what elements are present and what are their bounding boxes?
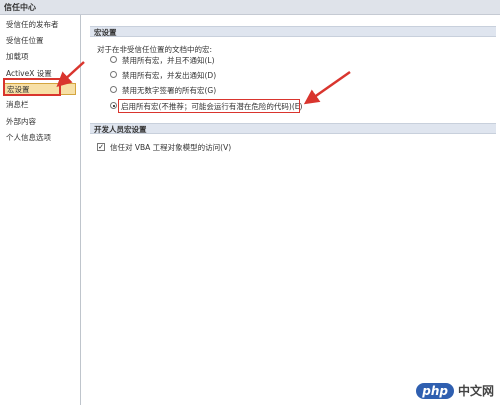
sidebar-item-privacy-options[interactable]: 个人信息选项 [6, 132, 51, 144]
sidebar-item-external-content[interactable]: 外部内容 [6, 116, 36, 128]
radio-enable-all[interactable] [110, 102, 117, 109]
option-disable-unsigned-label: 禁用无数字签署的所有宏(G) [122, 86, 217, 95]
watermark-text: 中文网 [457, 384, 494, 398]
sidebar-item-message-bar[interactable]: 消息栏 [6, 99, 29, 111]
window-title: 信任中心 [4, 3, 36, 12]
sidebar-item-addins[interactable]: 加载项 [6, 51, 29, 63]
watermark-logo: php [416, 382, 454, 399]
trust-vba-label: 信任对 VBA 工程对象模型的访问(V) [110, 143, 232, 152]
sidebar-item-trusted-publishers[interactable]: 受信任的发布者 [6, 19, 59, 31]
sidebar: 受信任的发布者 受信任位置 加载项 ActiveX 设置 宏设置 消息栏 外部内… [0, 15, 81, 405]
radio-disable-notify[interactable] [110, 71, 117, 78]
enable-all-highlight-box [118, 99, 300, 113]
macro-settings-header: 宏设置 [90, 26, 496, 37]
radio-disable-unsigned[interactable] [110, 86, 117, 93]
title-bar: 信任中心 [0, 0, 500, 15]
option-disable-notify-label: 禁用所有宏，并发出通知(D) [122, 71, 217, 80]
watermark: php 中文网 [416, 382, 494, 399]
macro-prompt-label: 对于在非受信任位置的文档中的宏: [97, 45, 213, 54]
trust-vba-checkbox[interactable]: ✓ [97, 143, 105, 151]
sidebar-highlight-box [3, 78, 61, 96]
radio-disable-no-notify[interactable] [110, 56, 117, 63]
sidebar-item-trusted-locations[interactable]: 受信任位置 [6, 35, 44, 47]
option-disable-no-notify-label: 禁用所有宏，并且不通知(L) [122, 56, 215, 65]
developer-macro-header: 开发人员宏设置 [90, 123, 496, 134]
